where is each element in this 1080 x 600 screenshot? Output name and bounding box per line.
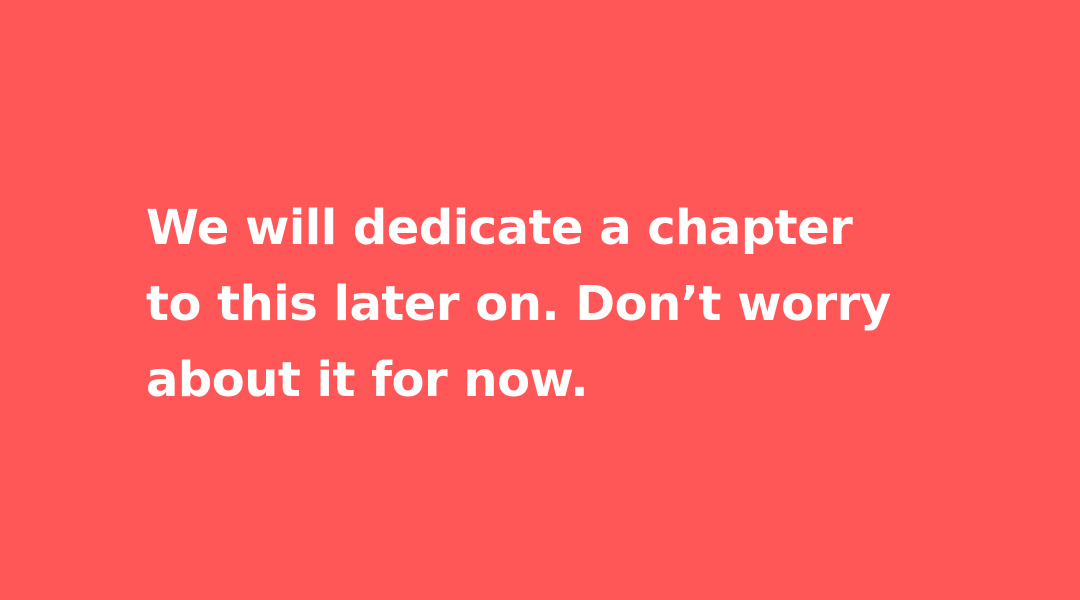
message-line-2: to this later on. Don’t worry [146, 276, 891, 332]
message-text: We will dedicate a chapter to this later… [146, 190, 1006, 418]
slide-background: We will dedicate a chapter to this later… [0, 0, 1080, 600]
message-line-1: We will dedicate a chapter [146, 200, 853, 256]
message-line-3: about it for now. [146, 352, 589, 408]
